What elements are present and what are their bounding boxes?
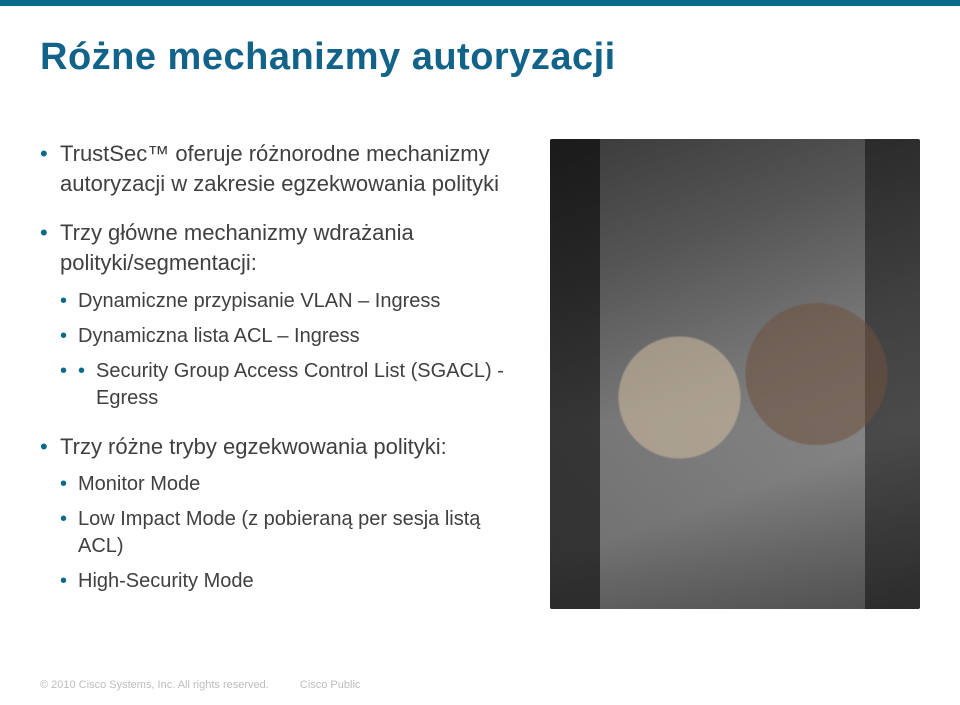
slide-footer: © 2010 Cisco Systems, Inc. All rights re… [40, 679, 360, 691]
bullet-item: Trzy główne mechanizmy wdrażania polityk… [40, 218, 520, 411]
slide: Różne mechanizmy autoryzacji TrustSec™ o… [0, 0, 960, 705]
bullet-item: Dynamiczna lista ACL – Ingress [60, 323, 520, 350]
bullet-item: Dynamiczne przypisanie VLAN – Ingress [60, 288, 520, 315]
text-column: TrustSec™ oferuje różnorodne mechanizmy … [40, 139, 520, 615]
bullet-item: Monitor Mode [60, 471, 520, 498]
bullet-text: High-Security Mode [78, 570, 254, 592]
top-accent-bar [0, 0, 960, 6]
bullet-text: Dynamiczne przypisanie VLAN – Ingress [78, 290, 440, 312]
footer-copyright: © 2010 Cisco Systems, Inc. All rights re… [40, 679, 269, 691]
bullet-list-level2: Monitor Mode Low Impact Mode (z pobieran… [60, 471, 520, 595]
bullet-text: Dynamiczna lista ACL – Ingress [78, 325, 360, 347]
bullet-text: TrustSec™ oferuje różnorodne mechanizmy … [60, 141, 499, 196]
bullet-item: TrustSec™ oferuje różnorodne mechanizmy … [40, 139, 520, 198]
bullet-text: Monitor Mode [78, 473, 200, 495]
slide-title: Różne mechanizmy autoryzacji [40, 36, 920, 79]
footer-label: Cisco Public [300, 679, 361, 691]
bullet-list-level2: Dynamiczne przypisanie VLAN – Ingress Dy… [60, 288, 520, 412]
bullet-text: Trzy różne tryby egzekwowania polityki: [60, 434, 447, 459]
image-column [544, 139, 920, 609]
bullet-item: Security Group Access Control List (SGAC… [78, 358, 520, 412]
content-row: TrustSec™ oferuje różnorodne mechanizmy … [40, 139, 920, 615]
bullet-list-level1: TrustSec™ oferuje różnorodne mechanizmy … [40, 139, 520, 595]
bullet-item: High-Security Mode [60, 568, 520, 595]
bullet-text: Security Group Access Control List (SGAC… [96, 360, 504, 409]
slide-photo [550, 139, 920, 609]
bullet-item: Trzy różne tryby egzekwowania polityki: … [40, 432, 520, 596]
bullet-item: Low Impact Mode (z pobieraną per sesja l… [60, 506, 520, 560]
bullet-text: Low Impact Mode (z pobieraną per sesja l… [78, 508, 480, 557]
bullet-list-level3: Security Group Access Control List (SGAC… [78, 358, 520, 412]
bullet-item: Security Group Access Control List (SGAC… [60, 358, 520, 412]
bullet-text: Trzy główne mechanizmy wdrażania polityk… [60, 220, 414, 275]
